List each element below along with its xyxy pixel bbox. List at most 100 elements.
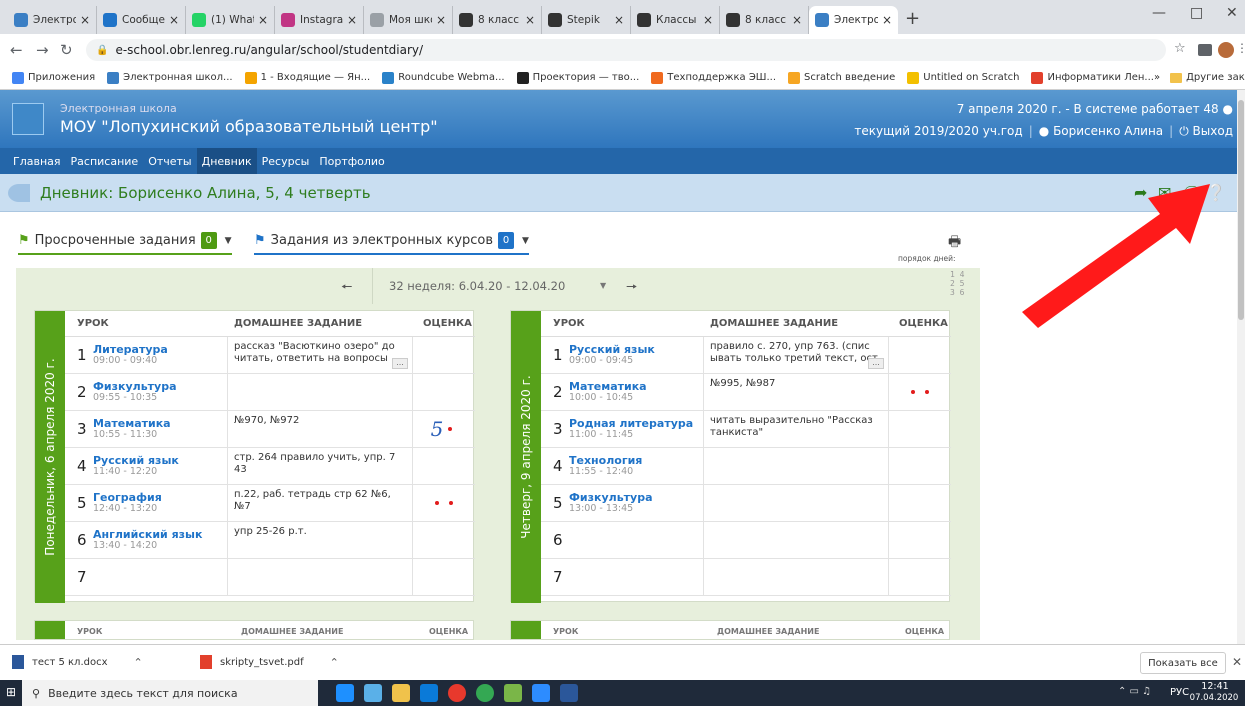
browser-tab[interactable]: 8 класс – St ×	[720, 6, 809, 34]
avatar[interactable]	[1218, 42, 1234, 58]
reload-icon[interactable]: ↻	[60, 41, 73, 59]
subject-name[interactable]: Математика	[569, 381, 647, 392]
minimize-button[interactable]: —	[1152, 5, 1166, 21]
tab-close-icon[interactable]: ×	[703, 13, 713, 27]
tab-close-icon[interactable]: ×	[169, 13, 179, 27]
store-icon[interactable]	[364, 684, 382, 702]
bookmark-item[interactable]: Информатики Лен...	[1031, 71, 1154, 84]
tray-icons[interactable]: ⌃ ▭ ♫	[1118, 686, 1151, 697]
back-icon[interactable]: ←	[10, 41, 23, 59]
browser-tab[interactable]: Stepik ×	[542, 6, 631, 34]
bookmark-item[interactable]: 1 - Входящие — Ян...	[244, 71, 370, 84]
close-downloads-icon[interactable]: ✕	[1232, 655, 1242, 669]
menu-kebab-icon[interactable]: ⋮	[1236, 41, 1245, 55]
lesson-subject[interactable]: Физкультура 13:00 - 13:45	[569, 492, 653, 514]
menu-item[interactable]: Расписание	[66, 148, 144, 174]
lesson-subject[interactable]: Русский язык 11:40 - 12:20	[93, 455, 179, 477]
day-order-grid[interactable]: 1 4 2 5 3 6	[950, 270, 964, 297]
edge-icon[interactable]	[336, 684, 354, 702]
browser-tab[interactable]: Сообщения ×	[97, 6, 186, 34]
bookmark-star-icon[interactable]: ☆	[1174, 41, 1186, 56]
yandex-icon[interactable]	[448, 684, 466, 702]
new-tab-button[interactable]: +	[905, 8, 920, 29]
bookmarks-more[interactable]: »	[1154, 72, 1160, 83]
grade-dot-icon[interactable]	[449, 501, 453, 505]
browser-tab[interactable]: Классы — S ×	[631, 6, 720, 34]
maximize-button[interactable]: □	[1190, 5, 1203, 21]
chat-icon[interactable]: 🗨	[1182, 183, 1202, 202]
grade-dot-icon[interactable]	[925, 390, 929, 394]
other-bookmarks[interactable]: Другие закладки	[1170, 72, 1245, 83]
grade-dot-icon[interactable]	[435, 501, 439, 505]
tab-close-icon[interactable]: ×	[882, 13, 892, 27]
tab-close-icon[interactable]: ×	[258, 13, 268, 27]
lesson-subject[interactable]: География 12:40 - 13:20	[93, 492, 162, 514]
back-arrow-icon[interactable]	[8, 184, 30, 202]
clock-date[interactable]: 07.04.2020	[1186, 693, 1242, 703]
course-tasks-filter[interactable]: ⚑ Задания из электронных курсов 0 ▼	[254, 232, 529, 255]
tab-close-icon[interactable]: ×	[436, 13, 446, 27]
announcement-icon[interactable]: ➦	[1134, 183, 1147, 202]
paint-icon[interactable]	[504, 684, 522, 702]
menu-item[interactable]: Ресурсы	[257, 148, 315, 174]
browser-tab[interactable]: (1) What ×	[186, 6, 275, 34]
tab-close-icon[interactable]: ×	[80, 13, 90, 27]
lesson-subject[interactable]: Английский язык 13:40 - 14:20	[93, 529, 202, 551]
chevron-down-icon[interactable]: ▼	[600, 281, 606, 290]
tab-close-icon[interactable]: ×	[525, 13, 535, 27]
more-button[interactable]: ...	[392, 358, 408, 369]
chevron-up-icon[interactable]: ⌃	[134, 656, 143, 669]
subject-name[interactable]: Английский язык	[93, 529, 202, 540]
week-label[interactable]: 32 неделя: 6.04.20 - 12.04.20	[389, 279, 565, 293]
subject-name[interactable]: Физкультура	[93, 381, 177, 392]
explorer-icon[interactable]	[392, 684, 410, 702]
subject-name[interactable]: Русский язык	[569, 344, 655, 355]
tab-close-icon[interactable]: ×	[347, 13, 357, 27]
help-icon[interactable]: ❔	[1206, 183, 1226, 202]
menu-item[interactable]: Отчеты	[143, 148, 196, 174]
forward-icon[interactable]: →	[36, 41, 49, 59]
menu-item[interactable]: Главная	[8, 148, 66, 174]
download-item[interactable]: тест 5 кл.docx ⌃	[12, 655, 143, 669]
tab-close-icon[interactable]: ×	[792, 13, 802, 27]
grade-dot-icon[interactable]	[448, 427, 453, 431]
lesson-subject[interactable]: Технология 11:55 - 12:40	[569, 455, 642, 477]
scrollbar-thumb[interactable]	[1238, 100, 1244, 320]
grade-value[interactable]: 5	[431, 417, 444, 441]
page-scrollbar[interactable]	[1237, 90, 1245, 644]
bookmark-item[interactable]: Roundcube Webma...	[382, 71, 505, 84]
user-link[interactable]: ● Борисенко Алина	[1039, 124, 1163, 139]
lesson-subject[interactable]: Математика 10:00 - 10:45	[569, 381, 647, 403]
windows-start-icon[interactable]: ⊞	[6, 685, 16, 699]
show-all-downloads-button[interactable]: Показать все	[1140, 652, 1226, 674]
lesson-subject[interactable]: Математика 10:55 - 11:30	[93, 418, 171, 440]
lesson-subject[interactable]: Родная литература 11:00 - 11:45	[569, 418, 693, 440]
next-week-button[interactable]: 🠖	[626, 278, 637, 300]
lesson-subject[interactable]: Физкультура 09:55 - 10:35	[93, 381, 177, 403]
download-item[interactable]: skripty_tsvet.pdf ⌃	[200, 655, 339, 669]
menu-item[interactable]: Портфолио	[314, 148, 389, 174]
subject-name[interactable]: Физкультура	[569, 492, 653, 503]
clock-time[interactable]: 12:41	[1198, 681, 1232, 692]
grade-dot-icon[interactable]	[911, 390, 915, 394]
menu-item[interactable]: Дневник	[196, 148, 257, 174]
browser-tab[interactable]: Электронн ×	[809, 6, 898, 34]
logout-button[interactable]: ⏻ Выход	[1179, 124, 1233, 139]
bookmark-item[interactable]: Scratch введение	[788, 71, 895, 84]
word-icon[interactable]	[560, 684, 578, 702]
subject-name[interactable]: География	[93, 492, 162, 503]
prev-week-button[interactable]: 🠔	[341, 278, 352, 300]
subject-name[interactable]: Технология	[569, 455, 642, 466]
url-field[interactable]: 🔒 e-school.obr.lenreg.ru/angular/school/…	[86, 39, 1166, 61]
lesson-subject[interactable]: Русский язык 09:00 - 09:45	[569, 344, 655, 366]
close-window-button[interactable]: ✕	[1226, 5, 1238, 21]
subject-name[interactable]: Литература	[93, 344, 168, 355]
tab-close-icon[interactable]: ×	[614, 13, 624, 27]
subject-name[interactable]: Математика	[93, 418, 171, 429]
skype-icon[interactable]	[420, 684, 438, 702]
bookmark-item[interactable]: Электронная школ...	[107, 71, 233, 84]
bookmark-item[interactable]: Техподдержка ЭШ...	[651, 71, 776, 84]
chevron-up-icon[interactable]: ⌃	[330, 656, 339, 669]
more-button[interactable]: ...	[868, 358, 884, 369]
browser-tab[interactable]: Моя школа ×	[364, 6, 453, 34]
